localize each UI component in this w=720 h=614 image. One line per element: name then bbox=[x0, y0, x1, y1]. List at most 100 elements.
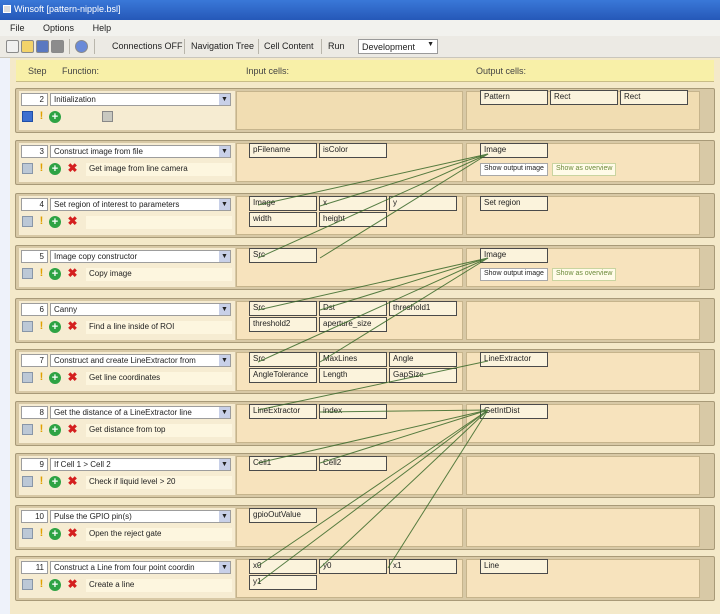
navigation-tree-button[interactable]: Navigation Tree bbox=[191, 41, 254, 51]
step-toggle-icon[interactable] bbox=[22, 216, 33, 227]
input-cell[interactable]: y1 bbox=[249, 575, 317, 590]
menu-help[interactable]: Help bbox=[83, 20, 118, 33]
input-cell[interactable]: threshold1 bbox=[389, 301, 457, 316]
input-cell[interactable]: Src bbox=[249, 352, 317, 367]
exclamation-icon[interactable]: ! bbox=[36, 424, 47, 435]
output-cell[interactable]: GetIntDist bbox=[480, 404, 548, 419]
add-step-icon[interactable]: + bbox=[49, 163, 61, 175]
step-comment[interactable]: Get line coordinates bbox=[86, 372, 232, 385]
step-row[interactable]: 10 Pulse the GPIO pin(s) ▼ ! + ✖ Open th… bbox=[15, 505, 715, 550]
function-select[interactable]: Construct a Line from four point coordin… bbox=[50, 561, 231, 574]
add-step-icon[interactable]: + bbox=[49, 476, 61, 488]
delete-step-icon[interactable]: ✖ bbox=[67, 320, 78, 332]
input-cell[interactable]: Src bbox=[249, 301, 317, 316]
output-cell[interactable]: Image bbox=[480, 143, 548, 158]
output-cell[interactable]: LineExtractor bbox=[480, 352, 548, 367]
step-number[interactable]: 6 bbox=[21, 303, 48, 316]
step-comment[interactable]: Open the reject gate bbox=[86, 528, 232, 541]
step-number[interactable]: 4 bbox=[21, 198, 48, 211]
output-cell[interactable]: Set region bbox=[480, 196, 548, 211]
output-cell[interactable]: Line bbox=[480, 559, 548, 574]
input-cell[interactable]: Cell2 bbox=[319, 456, 387, 471]
function-select[interactable]: Construct and create LineExtractor from … bbox=[50, 354, 231, 367]
connections-button[interactable]: Connections OFF bbox=[112, 41, 183, 51]
function-select[interactable]: Pulse the GPIO pin(s) ▼ bbox=[50, 510, 231, 523]
step-toggle-icon[interactable] bbox=[22, 579, 33, 590]
step-toggle-icon[interactable] bbox=[22, 476, 33, 487]
add-step-icon[interactable]: + bbox=[49, 424, 61, 436]
run-button[interactable]: Run bbox=[328, 41, 345, 51]
show-output-image-button[interactable]: Show output image bbox=[480, 163, 548, 176]
input-cell[interactable]: x bbox=[319, 196, 387, 211]
output-cell[interactable]: Rect bbox=[620, 90, 688, 105]
print-icon[interactable] bbox=[51, 40, 64, 53]
cell-content-button[interactable]: Cell Content bbox=[264, 41, 314, 51]
exclamation-icon[interactable]: ! bbox=[36, 321, 47, 332]
step-row[interactable]: 7 Construct and create LineExtractor fro… bbox=[15, 349, 715, 394]
info-icon[interactable] bbox=[22, 111, 33, 122]
new-file-icon[interactable] bbox=[6, 40, 19, 53]
add-step-icon[interactable]: + bbox=[49, 528, 61, 540]
step-number[interactable]: 11 bbox=[21, 561, 48, 574]
step-number[interactable]: 10 bbox=[21, 510, 48, 523]
output-cell[interactable]: Pattern bbox=[480, 90, 548, 105]
grid-icon[interactable] bbox=[102, 111, 113, 122]
input-cell[interactable]: Image bbox=[249, 196, 317, 211]
input-cell[interactable]: gpioOutValue bbox=[249, 508, 317, 523]
step-row[interactable]: 6 Canny ▼ ! + ✖ Find a line inside of RO… bbox=[15, 298, 715, 343]
add-step-icon[interactable]: + bbox=[49, 268, 61, 280]
input-cell[interactable]: x0 bbox=[249, 559, 317, 574]
step-toggle-icon[interactable] bbox=[22, 528, 33, 539]
delete-step-icon[interactable]: ✖ bbox=[67, 578, 78, 590]
input-cell[interactable]: AngleTolerance bbox=[249, 368, 317, 383]
step-row[interactable]: 3 Construct image from file ▼ ! + ✖ Get … bbox=[15, 140, 715, 185]
step-toggle-icon[interactable] bbox=[22, 424, 33, 435]
input-cell[interactable]: width bbox=[249, 212, 317, 227]
input-cell[interactable]: GapSize bbox=[389, 368, 457, 383]
add-step-icon[interactable]: + bbox=[49, 372, 61, 384]
input-cell[interactable]: x1 bbox=[389, 559, 457, 574]
exclamation-icon[interactable]: ! bbox=[36, 111, 47, 122]
function-select[interactable]: Get the distance of a LineExtractor line… bbox=[50, 406, 231, 419]
input-cell[interactable]: Length bbox=[319, 368, 387, 383]
function-select[interactable]: Image copy constructor ▼ bbox=[50, 250, 231, 263]
input-cell[interactable]: aperture_size bbox=[319, 317, 387, 332]
add-step-icon[interactable]: + bbox=[49, 579, 61, 591]
menu-file[interactable]: File bbox=[0, 20, 31, 33]
input-cell[interactable]: Dst bbox=[319, 301, 387, 316]
step-comment[interactable]: Find a line inside of ROI bbox=[86, 321, 232, 334]
step-row[interactable]: 4 Set region of interest to parameters ▼… bbox=[15, 193, 715, 238]
step-comment[interactable]: Create a line bbox=[86, 579, 232, 592]
step-comment[interactable]: Get image from line camera bbox=[86, 163, 232, 176]
menu-options[interactable]: Options bbox=[33, 20, 80, 33]
delete-step-icon[interactable]: ✖ bbox=[67, 423, 78, 435]
function-select[interactable]: Set region of interest to parameters ▼ bbox=[50, 198, 231, 211]
show-as-overview-button[interactable]: Show as overview bbox=[552, 268, 617, 281]
delete-step-icon[interactable]: ✖ bbox=[67, 371, 78, 383]
step-comment[interactable]: Copy image bbox=[86, 268, 232, 281]
delete-step-icon[interactable]: ✖ bbox=[67, 162, 78, 174]
input-cell[interactable]: Src bbox=[249, 248, 317, 263]
delete-step-icon[interactable]: ✖ bbox=[67, 527, 78, 539]
input-cell[interactable]: y0 bbox=[319, 559, 387, 574]
step-row[interactable]: 11 Construct a Line from four point coor… bbox=[15, 556, 715, 601]
step-row[interactable]: 9 If Cell 1 > Cell 2 ▼ ! + ✖ Check if li… bbox=[15, 453, 715, 498]
function-select[interactable]: Construct image from file ▼ bbox=[50, 145, 231, 158]
mode-select[interactable]: Development ▼ bbox=[358, 39, 438, 54]
step-number[interactable]: 7 bbox=[21, 354, 48, 367]
input-cell[interactable]: index bbox=[319, 404, 387, 419]
delete-step-icon[interactable]: ✖ bbox=[67, 215, 78, 227]
input-cell[interactable]: Angle bbox=[389, 352, 457, 367]
step-toggle-icon[interactable] bbox=[22, 321, 33, 332]
function-select[interactable]: Initialization ▼ bbox=[50, 93, 231, 106]
step-comment[interactable]: Get distance from top bbox=[86, 424, 232, 437]
input-cell[interactable]: pFilename bbox=[249, 143, 317, 158]
step-number[interactable]: 8 bbox=[21, 406, 48, 419]
step-number[interactable]: 3 bbox=[21, 145, 48, 158]
input-cell[interactable]: MaxLines bbox=[319, 352, 387, 367]
output-cell[interactable]: Rect bbox=[550, 90, 618, 105]
globe-icon[interactable] bbox=[75, 40, 88, 53]
step-toggle-icon[interactable] bbox=[22, 372, 33, 383]
input-cell[interactable]: Cell1 bbox=[249, 456, 317, 471]
input-cell[interactable]: threshold2 bbox=[249, 317, 317, 332]
